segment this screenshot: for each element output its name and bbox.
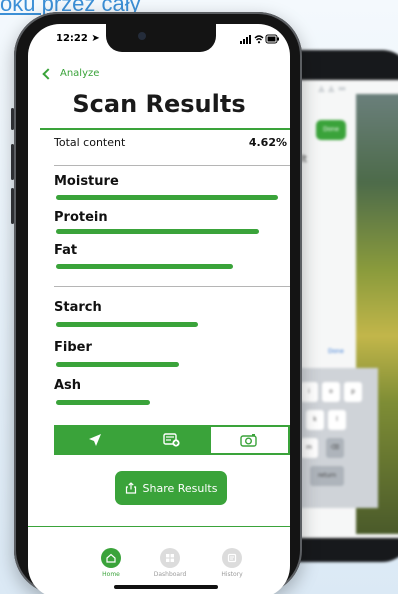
total-content-label: Total content (54, 136, 126, 149)
title-divider (40, 128, 290, 130)
location-arrow-icon (88, 434, 101, 446)
status-time: 12:22 ➤ (56, 33, 100, 44)
background-done-text: Done (328, 348, 344, 355)
notch (106, 24, 216, 52)
background-key: m (300, 438, 318, 458)
share-icon (125, 482, 136, 494)
chevron-left-icon (42, 67, 54, 80)
metric-label-starch: Starch (54, 300, 102, 315)
tab-location[interactable] (56, 427, 134, 453)
volume-down-button (11, 188, 14, 224)
nav-label-home: Home (102, 571, 120, 578)
action-tabbar (54, 425, 290, 455)
volume-up-button (11, 144, 14, 180)
metrics-divider (54, 286, 290, 287)
metric-bar-starch (56, 322, 198, 327)
metric-bar-ash (56, 400, 150, 405)
summary-divider (54, 165, 290, 166)
status-time-text: 12:22 (56, 33, 88, 44)
dashboard-icon (160, 548, 180, 568)
background-key: p (344, 382, 362, 402)
camera-icon (240, 434, 258, 447)
back-button[interactable]: Analyze (42, 67, 100, 80)
phone-screen: 12:22 ➤ Analyze Scan Results Total conte… (28, 24, 290, 594)
nav-label-dashboard: Dashboard (153, 571, 187, 578)
nav-item-home[interactable]: Home (81, 548, 141, 578)
background-key: k (306, 410, 324, 430)
status-icons (240, 34, 279, 44)
background-status-icons: ▲ ▲ ▬ (318, 84, 347, 94)
battery-icon (265, 34, 279, 44)
home-icon (101, 548, 121, 568)
metric-bar-protein (56, 229, 259, 234)
metric-label-fiber: Fiber (54, 340, 92, 355)
metric-label-protein: Protein (54, 210, 108, 225)
history-icon (222, 548, 242, 568)
mute-switch (11, 108, 14, 130)
background-return-key: return (310, 466, 344, 486)
metric-bar-fiber (56, 362, 179, 367)
home-indicator (114, 585, 218, 589)
metric-label-fat: Fat (54, 243, 78, 258)
metric-label-moisture: Moisture (54, 174, 119, 189)
background-delete-key: ⌫ (326, 438, 344, 458)
metric-label-ash: Ash (54, 378, 82, 393)
share-results-button[interactable]: Share Results (115, 471, 227, 505)
back-label: Analyze (60, 68, 100, 79)
tab-add-record[interactable] (133, 427, 211, 453)
tab-camera[interactable] (211, 427, 288, 453)
add-record-icon (163, 433, 180, 447)
phone-frame: 12:22 ➤ Analyze Scan Results Total conte… (11, 12, 302, 594)
signal-icon (240, 35, 251, 44)
wifi-icon (254, 35, 264, 44)
nav-label-history: History (221, 571, 243, 578)
page-title: Scan Results (72, 90, 246, 118)
background-key: i (300, 382, 318, 402)
front-camera (138, 32, 146, 40)
background-key: l (328, 410, 346, 430)
nav-item-dashboard[interactable]: Dashboard (140, 548, 200, 578)
nav-item-history[interactable]: History (202, 548, 262, 578)
location-arrow-icon: ➤ (91, 33, 100, 44)
share-results-label: Share Results (142, 481, 218, 495)
metric-bar-moisture (56, 195, 278, 200)
bottom-nav-divider (28, 526, 290, 527)
background-done-button: Done (316, 120, 346, 140)
background-key: o (322, 382, 340, 402)
metric-bar-fat (56, 264, 233, 269)
total-content-value: 4.62% (248, 136, 287, 149)
